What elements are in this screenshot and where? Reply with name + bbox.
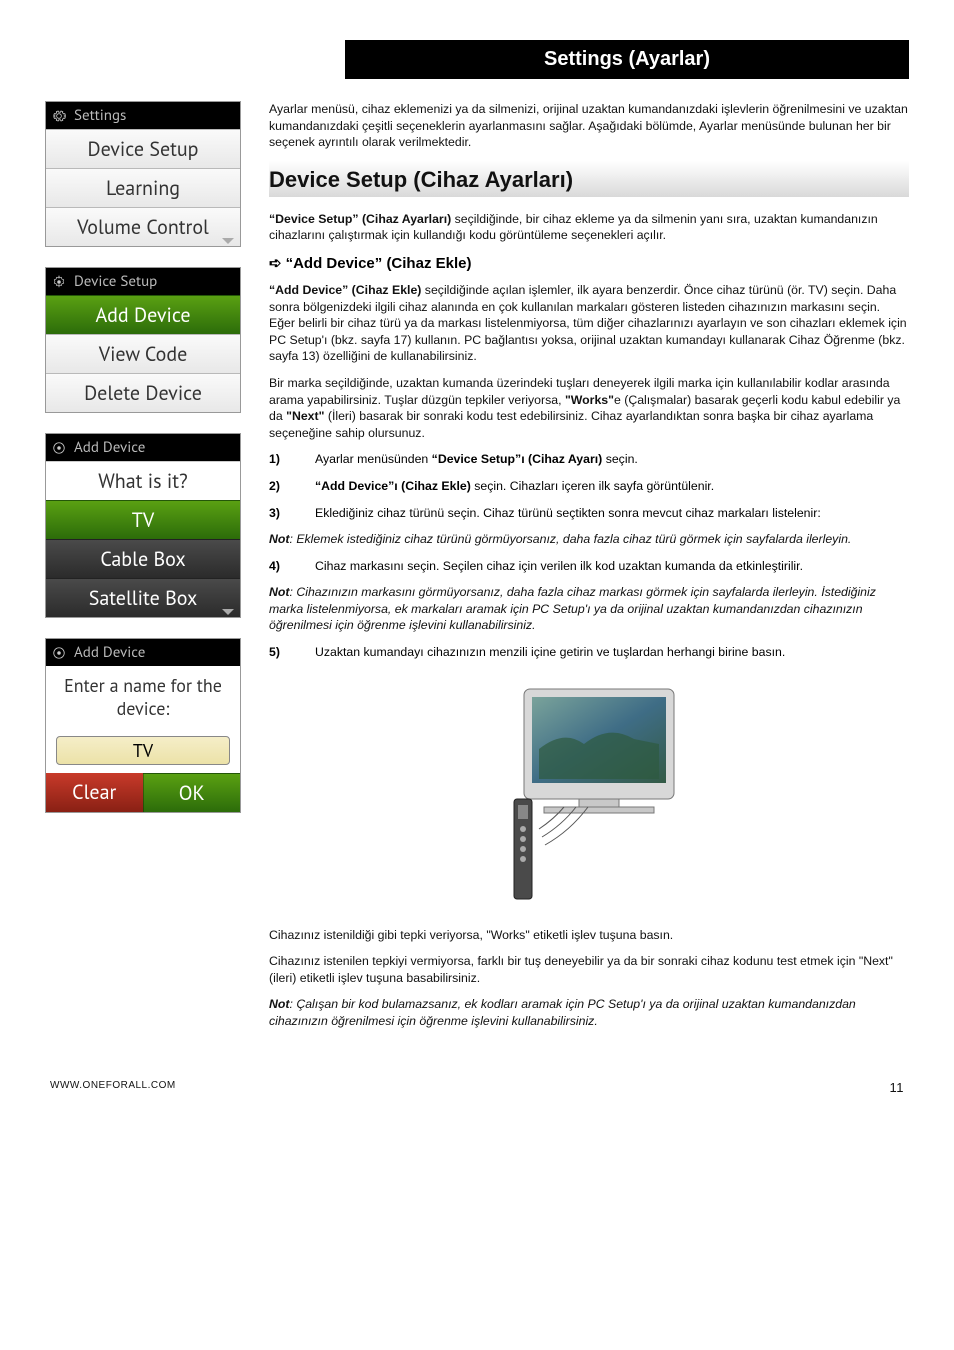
menu-item-label: Volume Control [77, 214, 209, 240]
gear-icon [52, 646, 66, 660]
menu-add-device-type: Add Device What is it? TV Cable Box Sate… [45, 433, 241, 618]
gear-icon [52, 275, 66, 289]
note-3: Not: Çalışan bir kod bulamazsanız, ek ko… [269, 996, 909, 1029]
menu-add-device-name-header-label: Add Device [74, 643, 145, 662]
step-3: 3) Eklediğiniz cihaz türünü seçin. Cihaz… [269, 505, 909, 522]
step-1: 1) Ayarlar menüsünden “Device Setup”ı (C… [269, 451, 909, 468]
section-heading-band: Device Setup (Cihaz Ayarları) [269, 161, 909, 197]
menu-item-prompt-enter-name: Enter a name for the device: [46, 666, 240, 728]
step-text: “Add Device”ı (Cihaz Ekle) seçin. Cihazl… [315, 478, 909, 495]
step-2: 2) “Add Device”ı (Cihaz Ekle) seçin. Cih… [269, 478, 909, 495]
menu-settings: Settings Device Setup Learning Volume Co… [45, 101, 241, 247]
step-text: Eklediğiniz cihaz türünü seçin. Cihaz tü… [315, 505, 909, 522]
step-number: 4) [269, 558, 287, 575]
step-number: 2) [269, 478, 287, 495]
note-1: Not: Eklemek istediğiniz cihaz türünü gö… [269, 531, 909, 548]
clear-button[interactable]: Clear [46, 773, 143, 812]
add-device-p2: Bir marka seçildiğinde, uzaktan kumanda … [269, 375, 909, 441]
step-number: 5) [269, 644, 287, 661]
menu-item-cable-box[interactable]: Cable Box [46, 539, 240, 578]
page-footer: WWW.ONEFORALL.COM 11 [45, 1080, 909, 1095]
menu-device-setup-header: Device Setup [46, 268, 240, 295]
note-2: Not: Cihazınızın markasını görmüyorsanız… [269, 584, 909, 634]
subsection-heading: ➪“Add Device” (Cihaz Ekle) [269, 254, 909, 272]
gear-icon [52, 441, 66, 455]
menu-item-volume-control[interactable]: Volume Control [46, 207, 240, 246]
device-setup-intro-lead: “Device Setup” (Cihaz Ayarları) [269, 212, 451, 226]
menu-add-device-name-header: Add Device [46, 639, 240, 666]
ok-button[interactable]: OK [143, 773, 241, 812]
step-number: 1) [269, 451, 287, 468]
step-5: 5) Uzaktan kumandayı cihazınızın menzili… [269, 644, 909, 661]
menu-item-add-device[interactable]: Add Device [46, 295, 240, 334]
device-name-input-row: TV [46, 728, 240, 773]
menu-item-satellite-box[interactable]: Satellite Box [46, 578, 240, 617]
menu-settings-header: Settings [46, 102, 240, 129]
intro-paragraph: Ayarlar menüsü, cihaz eklemenizi ya da s… [269, 101, 909, 151]
menu-item-learning[interactable]: Learning [46, 168, 240, 207]
subsection-heading-text: “Add Device” (Cihaz Ekle) [286, 255, 472, 272]
steps-list-3: 5) Uzaktan kumandayı cihazınızın menzili… [269, 644, 909, 661]
after-illus-p1: Cihazınız istenildiği gibi tepki veriyor… [269, 927, 909, 944]
chevron-down-icon [222, 238, 234, 244]
device-name-input[interactable]: TV [56, 736, 230, 765]
menu-item-view-code[interactable]: View Code [46, 334, 240, 373]
step-text: Uzaktan kumandayı cihazınızın menzili iç… [315, 644, 909, 661]
section-heading: Device Setup (Cihaz Ayarları) [269, 167, 903, 193]
menu-item-delete-device[interactable]: Delete Device [46, 373, 240, 412]
menu-add-device-name: Add Device Enter a name for the device: … [45, 638, 241, 813]
menu-item-prompt-what-is-it: What is it? [46, 461, 240, 500]
tv-remote-illustration [484, 679, 694, 909]
gear-icon [52, 109, 66, 123]
menu-add-device-type-header-label: Add Device [74, 438, 145, 457]
page-title-bar: Settings (Ayarlar) [345, 40, 909, 79]
menu-device-setup: Device Setup Add Device View Code Delete… [45, 267, 241, 413]
add-device-p1: “Add Device” (Cihaz Ekle) seçildiğinde a… [269, 282, 909, 365]
page-number: 11 [890, 1080, 905, 1095]
add-device-p1-lead: “Add Device” (Cihaz Ekle) [269, 283, 421, 297]
step-text: Cihaz markasını seçin. Seçilen cihaz içi… [315, 558, 909, 575]
menu-device-setup-header-label: Device Setup [74, 272, 157, 291]
steps-list-2: 4) Cihaz markasını seçin. Seçilen cihaz … [269, 558, 909, 575]
step-number: 3) [269, 505, 287, 522]
steps-list: 1) Ayarlar menüsünden “Device Setup”ı (C… [269, 451, 909, 521]
chevron-down-icon [222, 609, 234, 615]
step-4: 4) Cihaz markasını seçin. Seçilen cihaz … [269, 558, 909, 575]
device-setup-intro: “Device Setup” (Cihaz Ayarları) seçildiğ… [269, 211, 909, 244]
menu-settings-header-label: Settings [74, 106, 126, 125]
left-column: Settings Device Setup Learning Volume Co… [45, 101, 241, 1040]
arrow-right-icon: ➪ [269, 254, 282, 272]
menu-add-device-type-header: Add Device [46, 434, 240, 461]
menu-item-device-setup[interactable]: Device Setup [46, 129, 240, 168]
footer-url: WWW.ONEFORALL.COM [50, 1080, 176, 1095]
step-text: Ayarlar menüsünden “Device Setup”ı (Ciha… [315, 451, 909, 468]
after-illus-p2: Cihazınız istenilen tepkiyi vermiyorsa, … [269, 953, 909, 986]
menu-item-label: Satellite Box [89, 585, 198, 611]
right-column: Ayarlar menüsü, cihaz eklemenizi ya da s… [269, 101, 909, 1040]
menu-item-tv[interactable]: TV [46, 500, 240, 539]
